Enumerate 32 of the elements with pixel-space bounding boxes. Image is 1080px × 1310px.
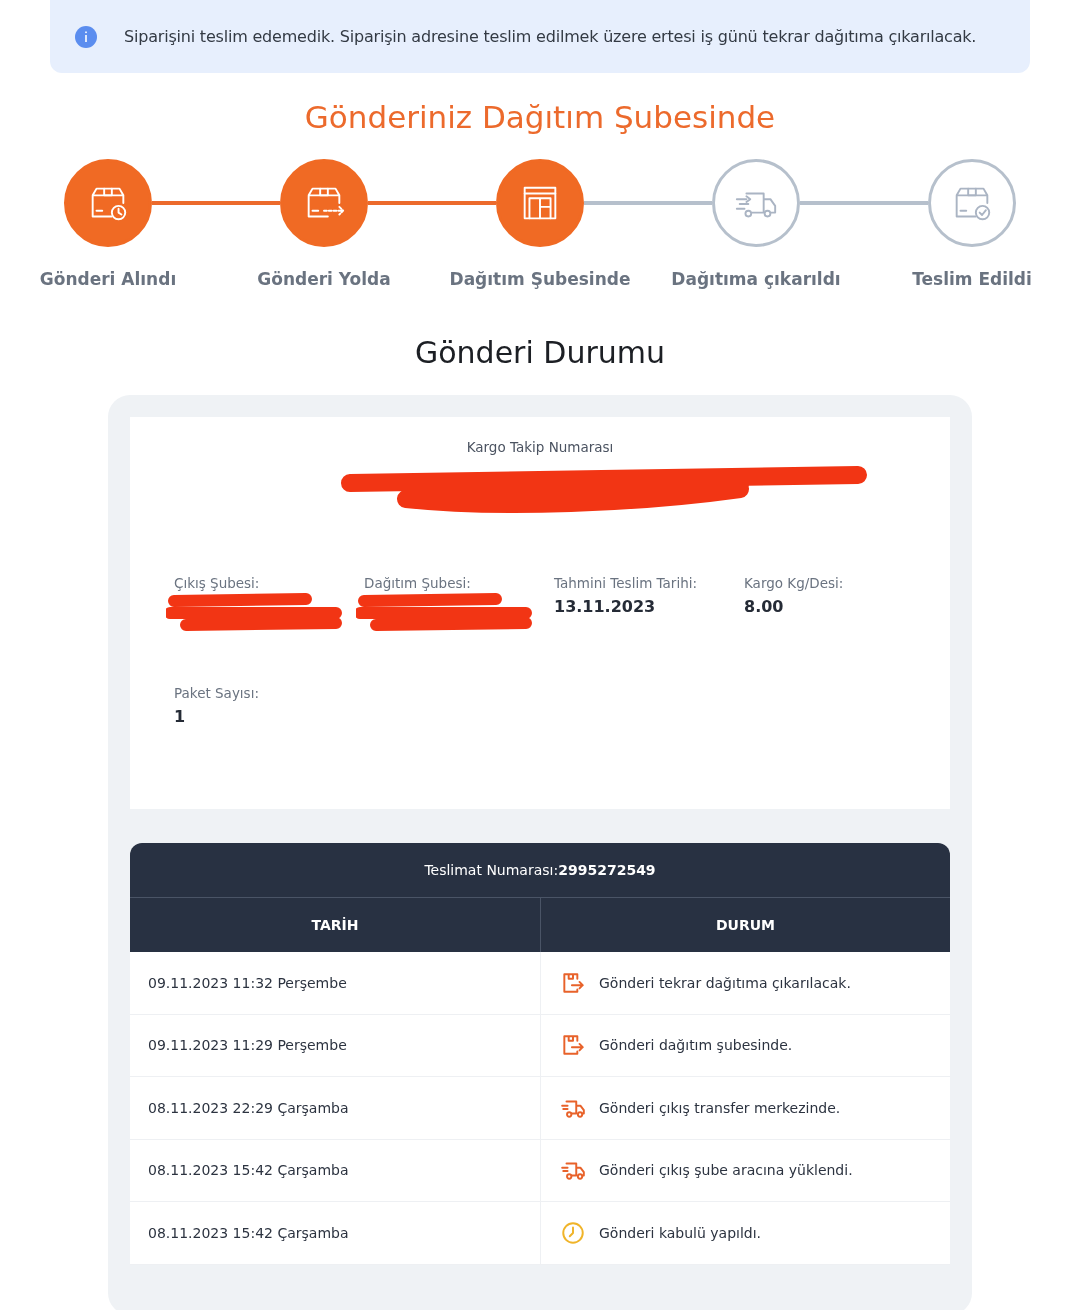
field-label: Tahmini Teslim Tarihi: [554,575,698,591]
field-label: Çıkış Şubesi: [174,575,261,591]
status-text: Gönderi çıkış transfer merkezinde. [599,1099,841,1116]
step-label: Gönderi Yolda [257,269,391,289]
field-label: Paket Sayısı: [174,685,260,701]
column-header: TARİH [310,916,360,935]
date-cell-text: 08.11.2023 22:29 Çarşamba [147,1098,350,1118]
alert-message: Siparişini teslim edemedik. Siparişin adresine teslim edilmek üzere ertesi iş günü tekrar dağıtıma çıkarılacak. [124,27,977,46]
tracking-label: Kargo Takip Numarası [465,439,615,455]
delivery-number: Teslimat Numarası:2995272549 [130,843,950,898]
date-cell-text: 09.11.2023 11:32 Perşembe [147,973,348,993]
date-cell-text: 08.11.2023 15:42 Çarşamba [147,1223,350,1243]
field-value: 1 [174,707,187,726]
field-label: Dağıtım Şubesi: [364,575,472,591]
status-text: Gönderi tekrar dağıtıma çıkarılacak. [599,974,851,991]
field-value: 8.00 [744,597,785,616]
section-title: Gönderi Durumu [414,334,666,372]
step-label: Dağıtıma çıkarıldı [671,269,841,289]
date-cell-text: 09.11.2023 11:29 Perşembe [147,1036,348,1056]
step-label: Gönderi Alındı [39,269,177,289]
step-label: Dağıtım Şubesinde [449,269,631,289]
status-title: Gönderiniz Dağıtım Şubesinde [303,98,777,137]
field-label: Kargo Kg/Desi: [744,575,845,591]
field-value: 13.11.2023 [554,597,657,616]
date-cell-text: 08.11.2023 15:42 Çarşamba [147,1161,350,1181]
status-text: Gönderi dağıtım şubesinde. [599,1037,793,1054]
clock-icon [559,1219,587,1246]
status-text: Gönderi çıkış şube aracına yüklendi. [599,1162,853,1179]
step-label: Teslim Edildi [912,269,1032,289]
status-text: Gönderi kabulü yapıldı. [599,1224,762,1241]
info-icon [74,24,98,49]
column-header: DURUM [540,898,950,952]
